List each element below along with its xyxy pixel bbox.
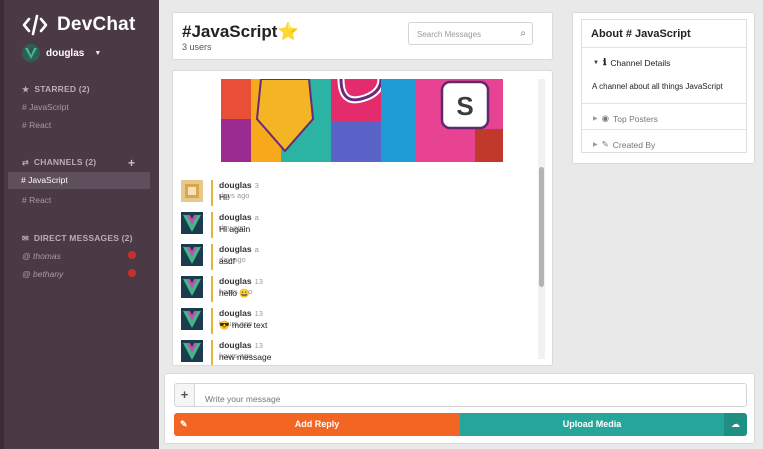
- message-text: Hi!: [219, 192, 230, 202]
- message-author[interactable]: douglas: [219, 212, 252, 222]
- avatar: [181, 276, 203, 298]
- channel-item-javascript[interactable]: # JavaScript: [8, 172, 150, 189]
- user-count: 3 users: [182, 42, 212, 52]
- search-icon[interactable]: ⌕: [520, 28, 526, 39]
- message-text: asdf: [219, 256, 236, 266]
- message-text: hello 😀: [219, 288, 250, 298]
- channel-details-toggle[interactable]: ▼ ℹ Channel Details: [593, 57, 670, 68]
- caret-right-icon: ▶: [593, 142, 598, 148]
- avatar: [181, 244, 203, 266]
- starred-header: ★ STARRED (2): [22, 84, 90, 94]
- add-channel-icon[interactable]: +: [128, 156, 135, 170]
- star-icon: ★: [22, 84, 30, 94]
- add-attachment-button[interactable]: +: [174, 383, 195, 407]
- about-panel: About # JavaScript ▼ ℹ Channel Details A…: [572, 12, 755, 164]
- message-author[interactable]: douglas: [219, 308, 252, 318]
- code-icon: [22, 14, 48, 36]
- shared-image[interactable]: S: [221, 79, 503, 162]
- offline-status-dot: [128, 269, 136, 277]
- message-composer: + ✎ Add Reply Upload Media ☁: [164, 373, 755, 444]
- avatar: [181, 180, 203, 202]
- mail-icon: ✉: [22, 233, 29, 243]
- channel-title: #JavaScript⭐: [182, 22, 299, 41]
- offline-status-dot: [128, 251, 136, 259]
- divider: [582, 103, 746, 104]
- sidebar-edge: [0, 0, 4, 449]
- message-text: new message: [219, 352, 272, 362]
- channel-header: #JavaScript⭐ 3 users Search Messages ⌕: [172, 12, 553, 60]
- search-input[interactable]: Search Messages ⌕: [408, 22, 533, 45]
- starred-item-javascript[interactable]: # JavaScript: [22, 102, 69, 112]
- pencil-icon: ✎: [601, 139, 609, 149]
- info-icon: ℹ: [602, 57, 607, 67]
- avatar: [22, 44, 40, 62]
- avatar: [181, 340, 203, 362]
- svg-text:S: S: [456, 91, 473, 121]
- direct-messages-header: ✉ DIRECT MESSAGES (2): [22, 233, 133, 243]
- upload-media-button[interactable]: Upload Media: [460, 413, 724, 436]
- message-text: 😎 more text: [219, 320, 268, 330]
- channel-description: A channel about all things JavaScript: [592, 82, 723, 91]
- message-author[interactable]: douglas: [219, 340, 252, 350]
- app-name: DevChat: [57, 14, 136, 35]
- divider: [582, 129, 746, 130]
- caret-right-icon: ▶: [593, 116, 598, 122]
- sidebar: DevChat douglas ▼ ★ STARRED (2) # JavaSc…: [0, 0, 159, 449]
- dm-item-bethany[interactable]: @ bethany: [22, 269, 63, 279]
- edit-icon: ✎: [180, 419, 188, 429]
- caret-down-icon: ▼: [94, 49, 102, 57]
- user-name: douglas: [46, 47, 85, 59]
- message-author[interactable]: douglas: [219, 180, 252, 190]
- message-author[interactable]: douglas: [219, 244, 252, 254]
- channel-item-react[interactable]: # React: [22, 195, 51, 205]
- avatar: [181, 212, 203, 234]
- channels-header: ⇄ CHANNELS (2): [22, 157, 97, 167]
- top-posters-toggle[interactable]: ▶ ◉ Top Posters: [593, 113, 658, 124]
- starred-item-react[interactable]: # React: [22, 120, 51, 130]
- user-menu[interactable]: douglas ▼: [22, 44, 101, 62]
- add-reply-button[interactable]: ✎ Add Reply: [174, 413, 460, 436]
- about-box: About # JavaScript ▼ ℹ Channel Details A…: [581, 19, 747, 153]
- messages-scrollbar[interactable]: [538, 79, 545, 359]
- about-title: About # JavaScript: [591, 28, 691, 40]
- messages-panel: S douglas 3 days ago Hi! douglas a day ago…: [172, 70, 553, 366]
- message-text: Hi again: [219, 224, 251, 234]
- exchange-icon: ⇄: [22, 157, 29, 167]
- message-input[interactable]: [195, 383, 747, 407]
- caret-down-icon: ▼: [593, 59, 599, 66]
- scrollbar-thumb[interactable]: [539, 167, 544, 287]
- avatar: [181, 308, 203, 330]
- dm-item-thomas[interactable]: @ thomas: [22, 251, 61, 261]
- created-by-toggle[interactable]: ▶ ✎ Created By: [593, 139, 655, 150]
- message-author[interactable]: douglas: [219, 276, 252, 286]
- star-channel-icon[interactable]: ⭐: [277, 22, 298, 41]
- divider: [582, 47, 746, 48]
- user-circle-icon: ◉: [601, 113, 610, 123]
- cloud-upload-icon[interactable]: ☁: [724, 413, 747, 436]
- app-logo[interactable]: DevChat: [22, 14, 135, 36]
